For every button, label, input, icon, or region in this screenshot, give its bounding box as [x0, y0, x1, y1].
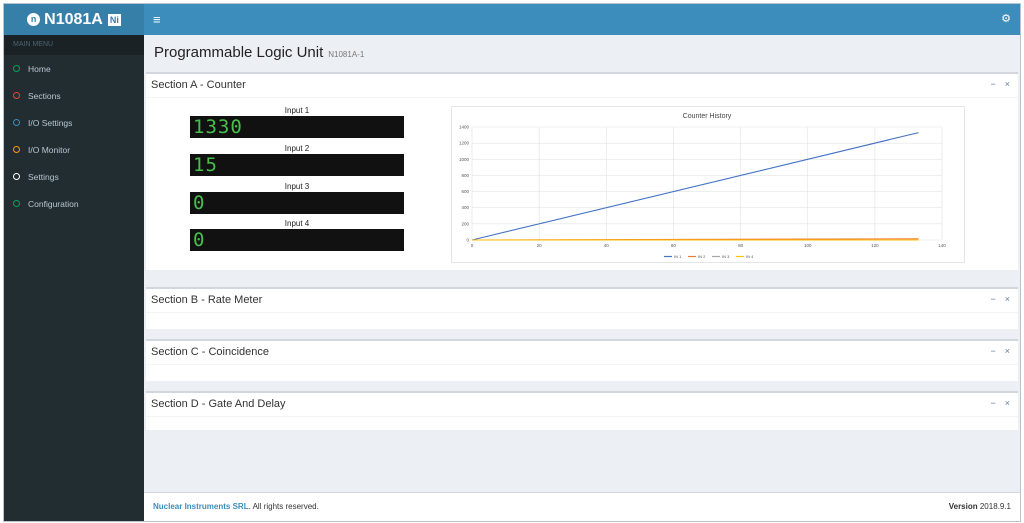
- y-tick-label: 0: [466, 238, 469, 243]
- sidebar-item-label: I/O Monitor: [28, 144, 71, 155]
- x-tick-label: 120: [871, 243, 879, 248]
- x-tick-label: 60: [671, 243, 677, 248]
- sidebar-item-settings[interactable]: Settings: [4, 163, 144, 190]
- circle-icon: [13, 92, 20, 99]
- counter-label: Input 4: [284, 219, 310, 228]
- page-header: Programmable Logic Unit N1081A-1: [144, 35, 1020, 70]
- version-value: 2018.9.1: [979, 502, 1011, 511]
- legend-label: IN 3: [722, 254, 730, 259]
- close-icon[interactable]: ×: [1005, 294, 1010, 304]
- circle-icon: [13, 119, 20, 126]
- section-a-box: Section A - Counter − × Input 1 1330 Inpu…: [146, 72, 1018, 270]
- y-tick-label: 600: [461, 189, 469, 194]
- y-tick-label: 1400: [459, 125, 470, 130]
- collapse-icon[interactable]: −: [990, 398, 995, 408]
- brand-name: N1081A: [44, 10, 103, 28]
- sidebar-item-label: I/O Settings: [28, 117, 73, 128]
- x-tick-label: 80: [738, 243, 744, 248]
- y-tick-label: 800: [461, 173, 469, 178]
- sidebar-item-configuration[interactable]: Configuration: [4, 190, 144, 217]
- x-tick-label: 140: [938, 243, 946, 248]
- close-icon[interactable]: ×: [1005, 79, 1010, 89]
- legend-label: IN 4: [746, 254, 754, 259]
- y-tick-label: 200: [461, 221, 469, 226]
- version-label: Version: [948, 502, 978, 511]
- app-window: n N1081A Ni ≡ ⚙ MAIN MENU Home Sections I/…: [3, 3, 1021, 522]
- top-navbar: ≡ ⚙: [144, 4, 1020, 35]
- close-icon[interactable]: ×: [1005, 346, 1010, 356]
- sidebar-item-label: Configuration: [28, 198, 79, 209]
- circle-icon: [13, 173, 20, 180]
- x-tick-label: 100: [804, 243, 812, 248]
- legend-label: IN 2: [698, 254, 706, 259]
- counter-display: 0: [190, 229, 404, 251]
- collapse-icon[interactable]: −: [990, 346, 995, 356]
- footer: Nuclear Instruments SRL. All rights rese…: [144, 492, 1020, 521]
- legend-label: IN 1: [674, 254, 682, 259]
- page-title: Programmable Logic Unit N1081A-1: [154, 44, 364, 61]
- box-header: Section B - Rate Meter − ×: [146, 289, 1018, 313]
- menu-toggle-icon[interactable]: ≡: [153, 12, 161, 27]
- section-c-box: Section C - Coincidence − ×: [146, 339, 1018, 381]
- brand-badge: Ni: [107, 13, 121, 26]
- collapse-icon[interactable]: −: [990, 79, 995, 89]
- collapse-icon[interactable]: −: [990, 294, 995, 304]
- sidebar-item-sections[interactable]: Sections: [4, 82, 144, 109]
- box-tools: − ×: [981, 79, 1010, 89]
- brand-icon: n: [27, 13, 41, 26]
- counter-label: Input 2: [284, 144, 310, 153]
- page-subtitle: N1081A-1: [328, 50, 365, 59]
- circle-icon: [13, 146, 20, 153]
- box-tools: − ×: [981, 294, 1010, 304]
- y-tick-label: 1200: [459, 141, 470, 146]
- sidebar: MAIN MENU Home Sections I/O Settings I/O Mo…: [4, 35, 144, 521]
- gears-icon[interactable]: ⚙: [1001, 12, 1011, 25]
- y-tick-label: 1000: [459, 157, 470, 162]
- footer-version: Version 2018.9.1: [949, 502, 1011, 511]
- y-tick-label: 400: [461, 205, 469, 210]
- footer-copyright: Nuclear Instruments SRL. All rights rese…: [153, 502, 319, 511]
- section-b-box: Section B - Rate Meter − ×: [146, 287, 1018, 329]
- brand-logo[interactable]: n N1081A Ni: [4, 4, 144, 35]
- company-link[interactable]: Nuclear Instruments SRL: [153, 502, 249, 511]
- close-icon[interactable]: ×: [1005, 398, 1010, 408]
- page-title-text: Programmable Logic Unit: [154, 44, 324, 61]
- section-d-box: Section D - Gate And Delay − ×: [146, 391, 1018, 430]
- footer-rights: . All rights reserved.: [248, 502, 319, 511]
- sidebar-item-label: Settings: [28, 171, 59, 182]
- sidebar-item-home[interactable]: Home: [4, 55, 144, 82]
- circle-icon: [13, 65, 20, 72]
- section-b-title: Section B - Rate Meter: [151, 294, 263, 306]
- sidebar-item-i-o-settings[interactable]: I/O Settings: [4, 109, 144, 136]
- counter-display: 1330: [190, 116, 404, 138]
- box-footer-strip: [146, 275, 1018, 283]
- section-c-title: Section C - Coincidence: [151, 346, 270, 358]
- counter-display: 0: [190, 192, 404, 214]
- x-tick-label: 20: [537, 243, 543, 248]
- box-tools: − ×: [981, 346, 1010, 356]
- box-header: Section A - Counter − ×: [146, 74, 1018, 98]
- box-header: Section D - Gate And Delay − ×: [146, 393, 1018, 417]
- counter-label: Input 3: [284, 182, 310, 191]
- sidebar-header: MAIN MENU: [4, 35, 144, 55]
- sidebar-item-label: Sections: [28, 90, 61, 101]
- sidebar-item-i-o-monitor[interactable]: I/O Monitor: [4, 136, 144, 163]
- chart-title: Counter History: [683, 113, 732, 120]
- section-a-title: Section A - Counter: [151, 79, 246, 91]
- counter-label: Input 1: [284, 106, 310, 115]
- chart-svg: Counter History0200400600800100012001400…: [459, 113, 946, 259]
- section-d-title: Section D - Gate And Delay: [151, 398, 286, 410]
- box-tools: − ×: [981, 398, 1010, 408]
- counter-display: 15: [190, 154, 404, 176]
- x-tick-label: 40: [604, 243, 610, 248]
- box-header: Section C - Coincidence − ×: [146, 341, 1018, 365]
- x-tick-label: 0: [471, 243, 474, 248]
- circle-icon: [13, 200, 20, 207]
- section-a-body: Input 1 1330 Input 2 15 Input 3 0 Input …: [146, 98, 1018, 270]
- main-content: Programmable Logic Unit N1081A-1 Section …: [144, 35, 1020, 521]
- counter-history-chart: Counter History 0 200 400 600 800 1000 1200 1400…: [451, 106, 965, 263]
- sidebar-item-label: Home: [28, 63, 51, 74]
